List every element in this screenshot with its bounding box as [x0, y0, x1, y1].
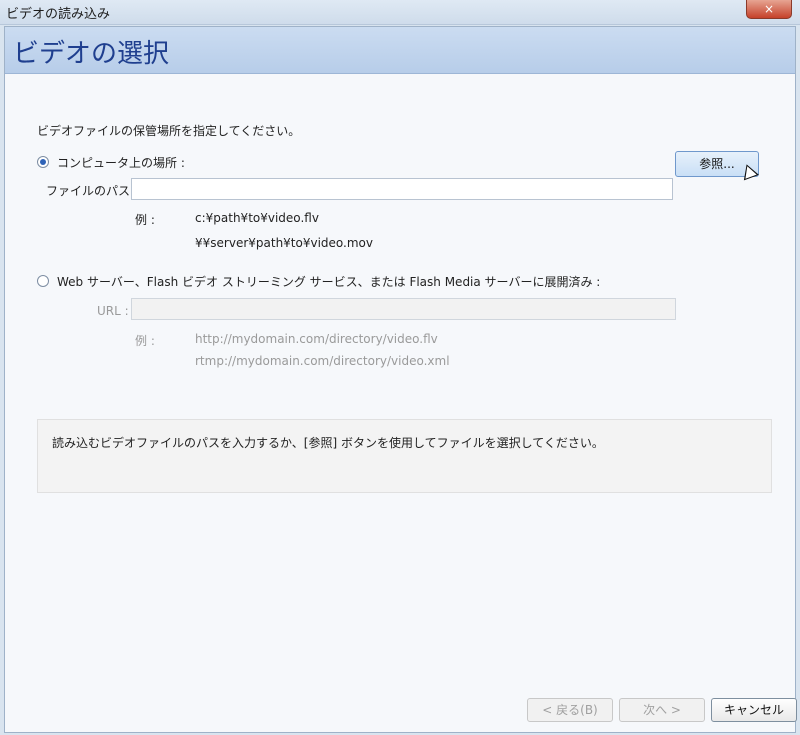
close-icon: ×: [763, 2, 775, 16]
web-example-1: http://mydomain.com/directory/video.flv: [195, 332, 438, 346]
local-location-label: コンピュータ上の場所 :: [57, 156, 185, 170]
cancel-button[interactable]: キャンセル: [711, 698, 797, 722]
url-input[interactable]: [131, 298, 676, 320]
window-title: ビデオの読み込み: [6, 7, 111, 22]
wizard-dialog: ビデオの選択 ビデオファイルの保管場所を指定してください。 コンピュータ上の場所…: [4, 26, 797, 733]
local-location-radio[interactable]: [37, 156, 49, 168]
info-text: 読み込むビデオファイルのパスを入力するか、[参照] ボタンを使用してファイルを選…: [52, 436, 604, 450]
file-path-input[interactable]: [131, 178, 673, 200]
web-example-label: 例 :: [135, 334, 155, 348]
local-example-label: 例 :: [135, 213, 155, 227]
close-button[interactable]: ×: [746, 0, 792, 19]
info-box: 読み込むビデオファイルのパスを入力するか、[参照] ボタンを使用してファイルを選…: [37, 419, 772, 493]
next-button[interactable]: 次へ >: [619, 698, 705, 722]
back-button[interactable]: < 戻る(B): [527, 698, 613, 722]
local-example-1: c:¥path¥to¥video.flv: [195, 211, 319, 225]
web-example-2: rtmp://mydomain.com/directory/video.xml: [195, 354, 450, 368]
web-location-radio[interactable]: [37, 275, 49, 287]
instruction-text: ビデオファイルの保管場所を指定してください。: [37, 124, 301, 138]
web-location-label: Web サーバー、Flash ビデオ ストリーミング サービス、または Flas…: [57, 275, 601, 289]
wizard-header: ビデオの選択: [5, 27, 795, 74]
page-title: ビデオの選択: [13, 39, 170, 69]
file-path-label: ファイルのパス :: [46, 184, 138, 198]
url-label: URL :: [97, 304, 129, 318]
local-example-2: ¥¥server¥path¥to¥video.mov: [195, 236, 374, 250]
window-titlebar: ビデオの読み込み ×: [0, 0, 800, 25]
